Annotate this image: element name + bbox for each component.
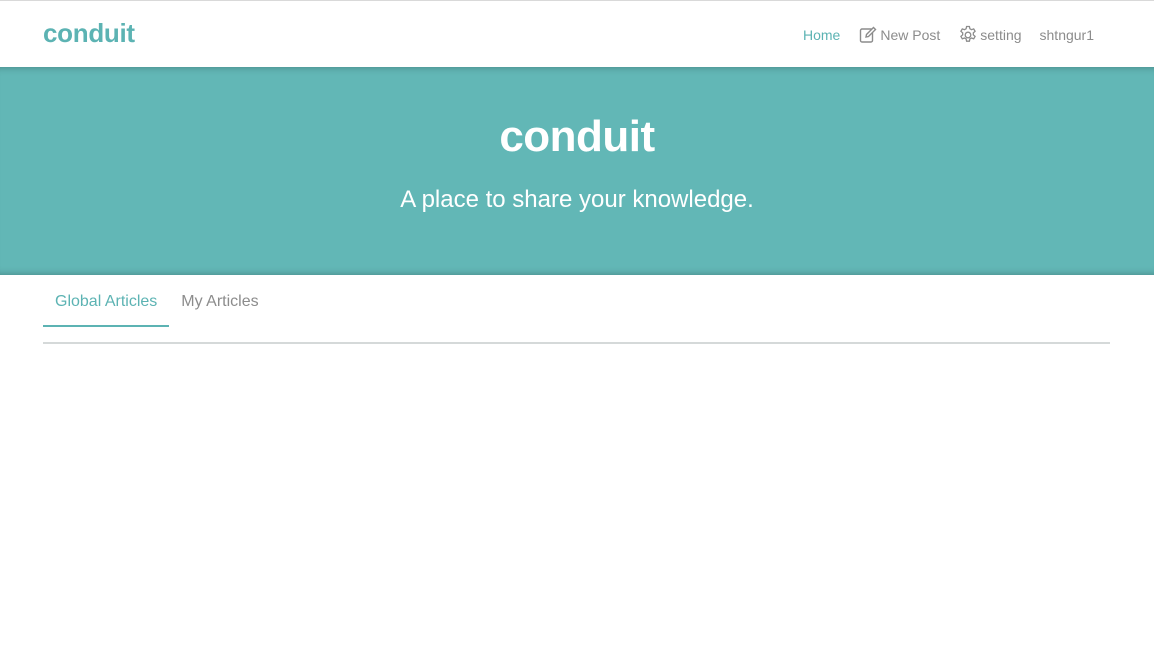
navbar: conduit Home New Post setting shtngur1 — [0, 1, 1154, 67]
nav-link-profile[interactable]: shtngur1 — [1040, 27, 1094, 43]
feed-toggle: Global Articles My Articles — [43, 275, 1110, 344]
nav-link-settings-label: setting — [980, 27, 1022, 43]
nav-link-new-post[interactable]: New Post — [858, 25, 940, 45]
brand-logo[interactable]: conduit — [43, 18, 135, 49]
banner-title: conduit — [499, 112, 655, 161]
feed-tabs: Global Articles My Articles — [43, 293, 271, 327]
nav-link-settings[interactable]: setting — [958, 25, 1022, 45]
tab-my-articles[interactable]: My Articles — [169, 293, 270, 325]
nav-link-home[interactable]: Home — [803, 27, 840, 43]
nav-link-home-label: Home — [802, 27, 841, 43]
nav-link-new-post-label: New Post — [880, 27, 941, 43]
banner-subtitle: A place to share your knowledge. — [400, 186, 754, 213]
edit-icon — [858, 25, 878, 45]
hero-banner: conduit A place to share your knowledge. — [0, 67, 1154, 275]
nav-links: Home New Post setting shtngur1 — [803, 25, 1094, 45]
tab-global-articles[interactable]: Global Articles — [43, 293, 170, 327]
gear-icon — [958, 25, 978, 45]
nav-link-profile-label: shtngur1 — [1039, 27, 1094, 43]
article-list — [0, 344, 1154, 664]
